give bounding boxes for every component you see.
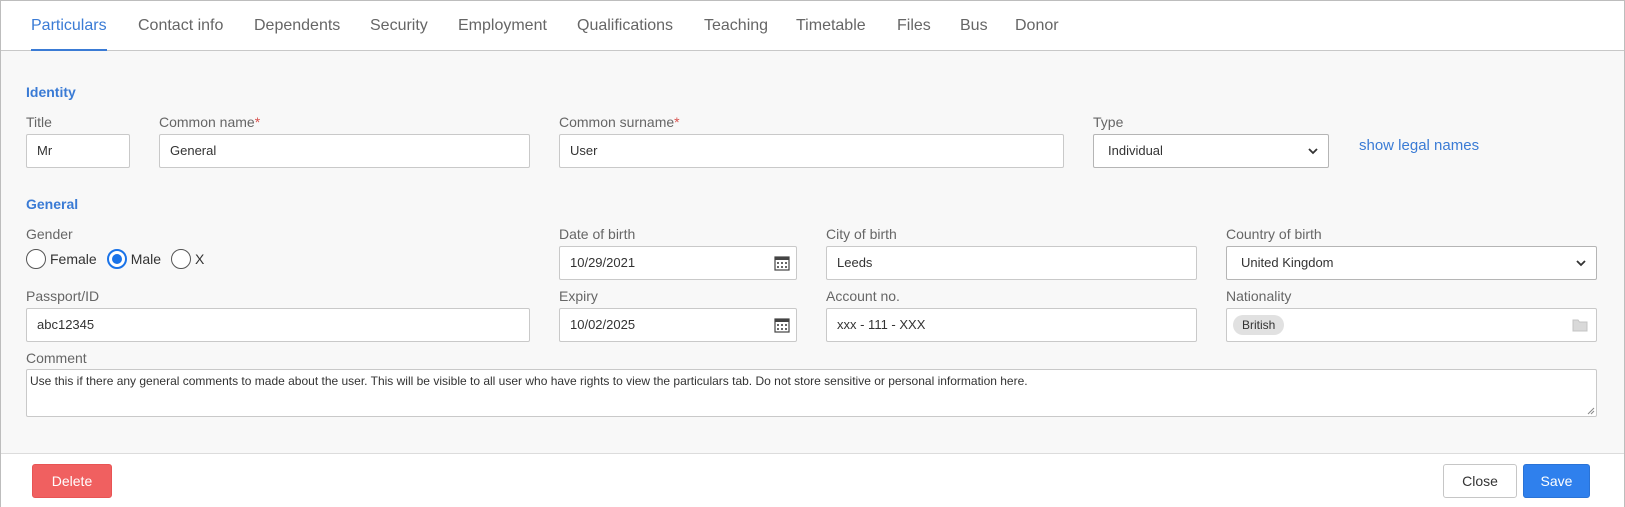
tab-security[interactable]: Security [370, 17, 428, 35]
account-no-label: Account no. [826, 288, 900, 304]
country-of-birth-select[interactable]: United Kingdom [1226, 246, 1597, 280]
country-of-birth-label: Country of birth [1226, 226, 1322, 242]
radio-circle[interactable] [171, 249, 192, 269]
tab-qualifications[interactable]: Qualifications [577, 17, 673, 35]
country-of-birth-value: United Kingdom [1241, 255, 1334, 270]
calendar-icon[interactable] [774, 255, 790, 271]
passport-input[interactable]: abc12345 [26, 308, 530, 342]
tab-particulars[interactable]: Particulars [31, 17, 107, 51]
nationality-chip[interactable]: British [1233, 315, 1285, 335]
gender-male-label: Male [130, 251, 162, 267]
tab-donor[interactable]: Donor [1015, 17, 1059, 35]
calendar-icon[interactable] [774, 317, 790, 333]
nationality-input[interactable]: British [1226, 308, 1597, 342]
common-name-label: Common name* [159, 114, 261, 130]
type-select-value: Individual [1108, 143, 1163, 158]
tab-teaching[interactable]: Teaching [704, 17, 768, 35]
tab-employment[interactable]: Employment [458, 17, 547, 35]
gender-female-radio[interactable]: Female [26, 249, 97, 269]
footer-bar: Delete Close Save [1, 453, 1624, 507]
account-no-input[interactable]: xxx - 111 - XXX [826, 308, 1197, 342]
city-of-birth-input[interactable]: Leeds [826, 246, 1197, 280]
gender-label: Gender [26, 226, 73, 242]
radio-circle[interactable] [26, 249, 46, 269]
tab-contact-info[interactable]: Contact info [138, 17, 223, 35]
type-label: Type [1093, 114, 1124, 130]
identity-heading: Identity [26, 84, 76, 100]
expiry-input[interactable]: 10/02/2025 [559, 308, 797, 342]
gender-female-label: Female [50, 251, 97, 267]
delete-button[interactable]: Delete [32, 464, 112, 498]
gender-x-label: X [195, 251, 205, 267]
expiry-value: 10/02/2025 [570, 317, 636, 332]
close-button[interactable]: Close [1443, 464, 1517, 498]
chevron-down-icon [1576, 260, 1586, 267]
title-input[interactable]: Mr [26, 134, 130, 168]
expiry-label: Expiry [559, 288, 598, 304]
type-select[interactable]: Individual [1093, 134, 1329, 168]
dob-value: 10/29/2021 [570, 255, 636, 270]
passport-label: Passport/ID [26, 288, 100, 304]
dob-input[interactable]: 10/29/2021 [559, 246, 797, 280]
show-legal-names-link[interactable]: show legal names [1359, 137, 1479, 154]
chevron-down-icon [1308, 148, 1318, 155]
gender-male-radio[interactable]: Male [106, 249, 162, 269]
gender-x-radio[interactable]: X [171, 249, 204, 269]
general-heading: General [26, 196, 79, 212]
comment-textarea[interactable]: Use this if there any general comments t… [26, 369, 1597, 417]
save-button[interactable]: Save [1523, 464, 1590, 498]
tab-bar: Particulars Contact info Dependents Secu… [1, 1, 1624, 51]
common-surname-label: Common surname* [559, 114, 680, 130]
comment-label: Comment [26, 350, 87, 366]
folder-icon[interactable] [1572, 318, 1588, 332]
tab-bus[interactable]: Bus [960, 17, 988, 35]
common-name-input[interactable]: General [159, 134, 530, 168]
city-of-birth-label: City of birth [826, 226, 897, 242]
resize-handle-icon[interactable] [1586, 406, 1595, 415]
tab-dependents[interactable]: Dependents [254, 17, 340, 35]
comment-text: Use this if there any general comments t… [30, 374, 1028, 388]
tab-timetable[interactable]: Timetable [796, 17, 866, 35]
gender-radio-group: Female Male X [26, 249, 214, 269]
nationality-label: Nationality [1226, 288, 1292, 304]
radio-circle-checked[interactable] [106, 249, 127, 269]
dob-label: Date of birth [559, 226, 636, 242]
particulars-window: Particulars Contact info Dependents Secu… [0, 0, 1625, 507]
common-surname-input[interactable]: User [559, 134, 1064, 168]
title-label: Title [26, 114, 52, 130]
tab-files[interactable]: Files [897, 17, 931, 35]
